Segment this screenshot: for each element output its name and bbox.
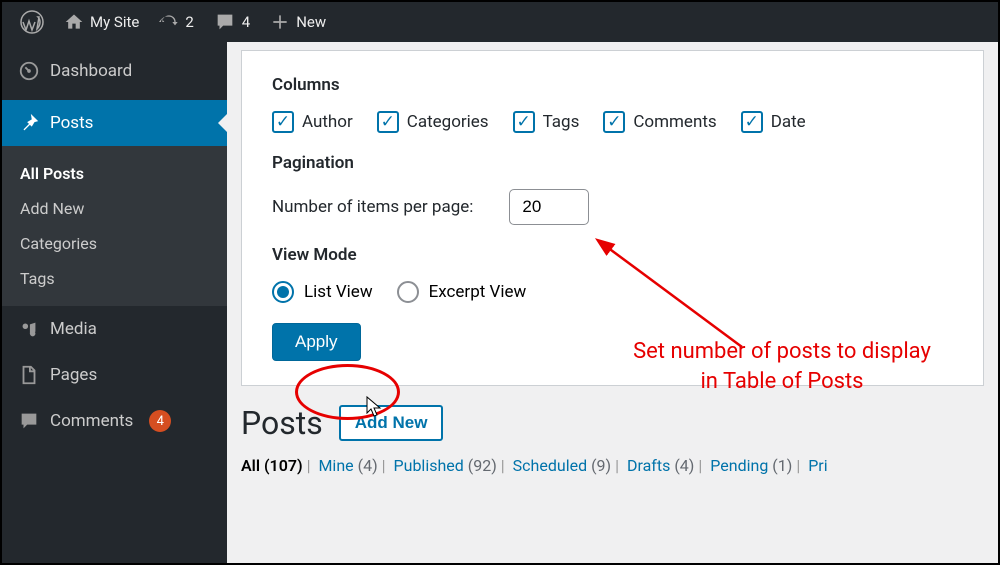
add-new-button[interactable]: Add New: [339, 405, 444, 441]
list-view-radio[interactable]: List View: [272, 281, 373, 303]
check-icon: ✓: [513, 111, 535, 133]
admin-toolbar: My Site 2 4 New: [2, 2, 998, 42]
sidebar-pages[interactable]: Pages: [2, 352, 227, 398]
home-icon: [64, 12, 84, 32]
toolbar-comments-count: 4: [242, 13, 250, 31]
column-author-checkbox[interactable]: ✓Author: [272, 111, 353, 133]
dashboard-icon: [18, 60, 40, 82]
wordpress-icon: [20, 10, 44, 34]
column-categories-checkbox[interactable]: ✓Categories: [377, 111, 489, 133]
post-status-filters: All (107)| Mine (4)| Published (92)| Sch…: [241, 456, 984, 475]
radio-icon: [397, 281, 419, 303]
excerpt-view-radio[interactable]: Excerpt View: [397, 281, 527, 303]
items-per-page-input[interactable]: [509, 189, 589, 225]
updates-count: 2: [185, 13, 193, 31]
filter-scheduled[interactable]: Scheduled (9): [513, 456, 611, 475]
pushpin-icon: [18, 112, 40, 134]
admin-sidebar: Dashboard Posts All Posts Add New Catego…: [2, 42, 227, 563]
sidebar-media[interactable]: Media: [2, 306, 227, 352]
filter-drafts[interactable]: Drafts (4): [627, 456, 694, 475]
page-icon: [18, 364, 40, 386]
comment-icon: [18, 410, 40, 432]
wp-logo[interactable]: [10, 2, 54, 42]
screen-options-panel: Columns ✓Author ✓Categories ✓Tags ✓Comme…: [241, 50, 984, 386]
filter-mine[interactable]: Mine (4): [318, 456, 377, 475]
columns-row: ✓Author ✓Categories ✓Tags ✓Comments ✓Dat…: [272, 111, 953, 133]
comments-link[interactable]: 4: [204, 2, 260, 42]
filter-pending[interactable]: Pending (1): [710, 456, 792, 475]
column-date-checkbox[interactable]: ✓Date: [741, 111, 806, 133]
filter-private[interactable]: Pri: [808, 456, 827, 475]
media-icon: [18, 318, 40, 340]
sidebar-tags[interactable]: Tags: [2, 261, 227, 296]
sidebar-all-posts[interactable]: All Posts: [2, 156, 227, 191]
view-mode-row: List View Excerpt View: [272, 281, 953, 303]
new-label: New: [296, 13, 326, 31]
filter-all[interactable]: All (107): [241, 456, 303, 475]
apply-button[interactable]: Apply: [272, 323, 361, 361]
radio-icon: [272, 281, 294, 303]
refresh-icon: [159, 12, 179, 32]
sidebar-add-new[interactable]: Add New: [2, 191, 227, 226]
page-header: Posts Add New: [241, 404, 984, 442]
site-name: My Site: [90, 13, 139, 31]
view-mode-heading: View Mode: [272, 245, 953, 265]
main-content: Columns ✓Author ✓Categories ✓Tags ✓Comme…: [227, 42, 998, 563]
column-tags-checkbox[interactable]: ✓Tags: [513, 111, 580, 133]
posts-submenu: All Posts Add New Categories Tags: [2, 146, 227, 306]
site-link[interactable]: My Site: [54, 2, 149, 42]
check-icon: ✓: [741, 111, 763, 133]
sidebar-categories[interactable]: Categories: [2, 226, 227, 261]
filter-published[interactable]: Published (92): [394, 456, 497, 475]
check-icon: ✓: [272, 111, 294, 133]
check-icon: ✓: [603, 111, 625, 133]
page-title: Posts: [241, 404, 323, 442]
columns-heading: Columns: [272, 75, 953, 95]
sidebar-posts[interactable]: Posts: [2, 100, 227, 146]
sidebar-dashboard[interactable]: Dashboard: [2, 42, 227, 100]
sidebar-comments[interactable]: Comments 4: [2, 398, 227, 444]
plus-icon: [270, 12, 290, 32]
pagination-row: Number of items per page:: [272, 189, 953, 225]
check-icon: ✓: [377, 111, 399, 133]
new-link[interactable]: New: [260, 2, 336, 42]
pagination-heading: Pagination: [272, 153, 953, 173]
comment-icon: [214, 11, 236, 33]
column-comments-checkbox[interactable]: ✓Comments: [603, 111, 716, 133]
items-per-page-label: Number of items per page:: [272, 197, 473, 217]
updates-link[interactable]: 2: [149, 2, 203, 42]
comments-badge: 4: [149, 410, 171, 432]
